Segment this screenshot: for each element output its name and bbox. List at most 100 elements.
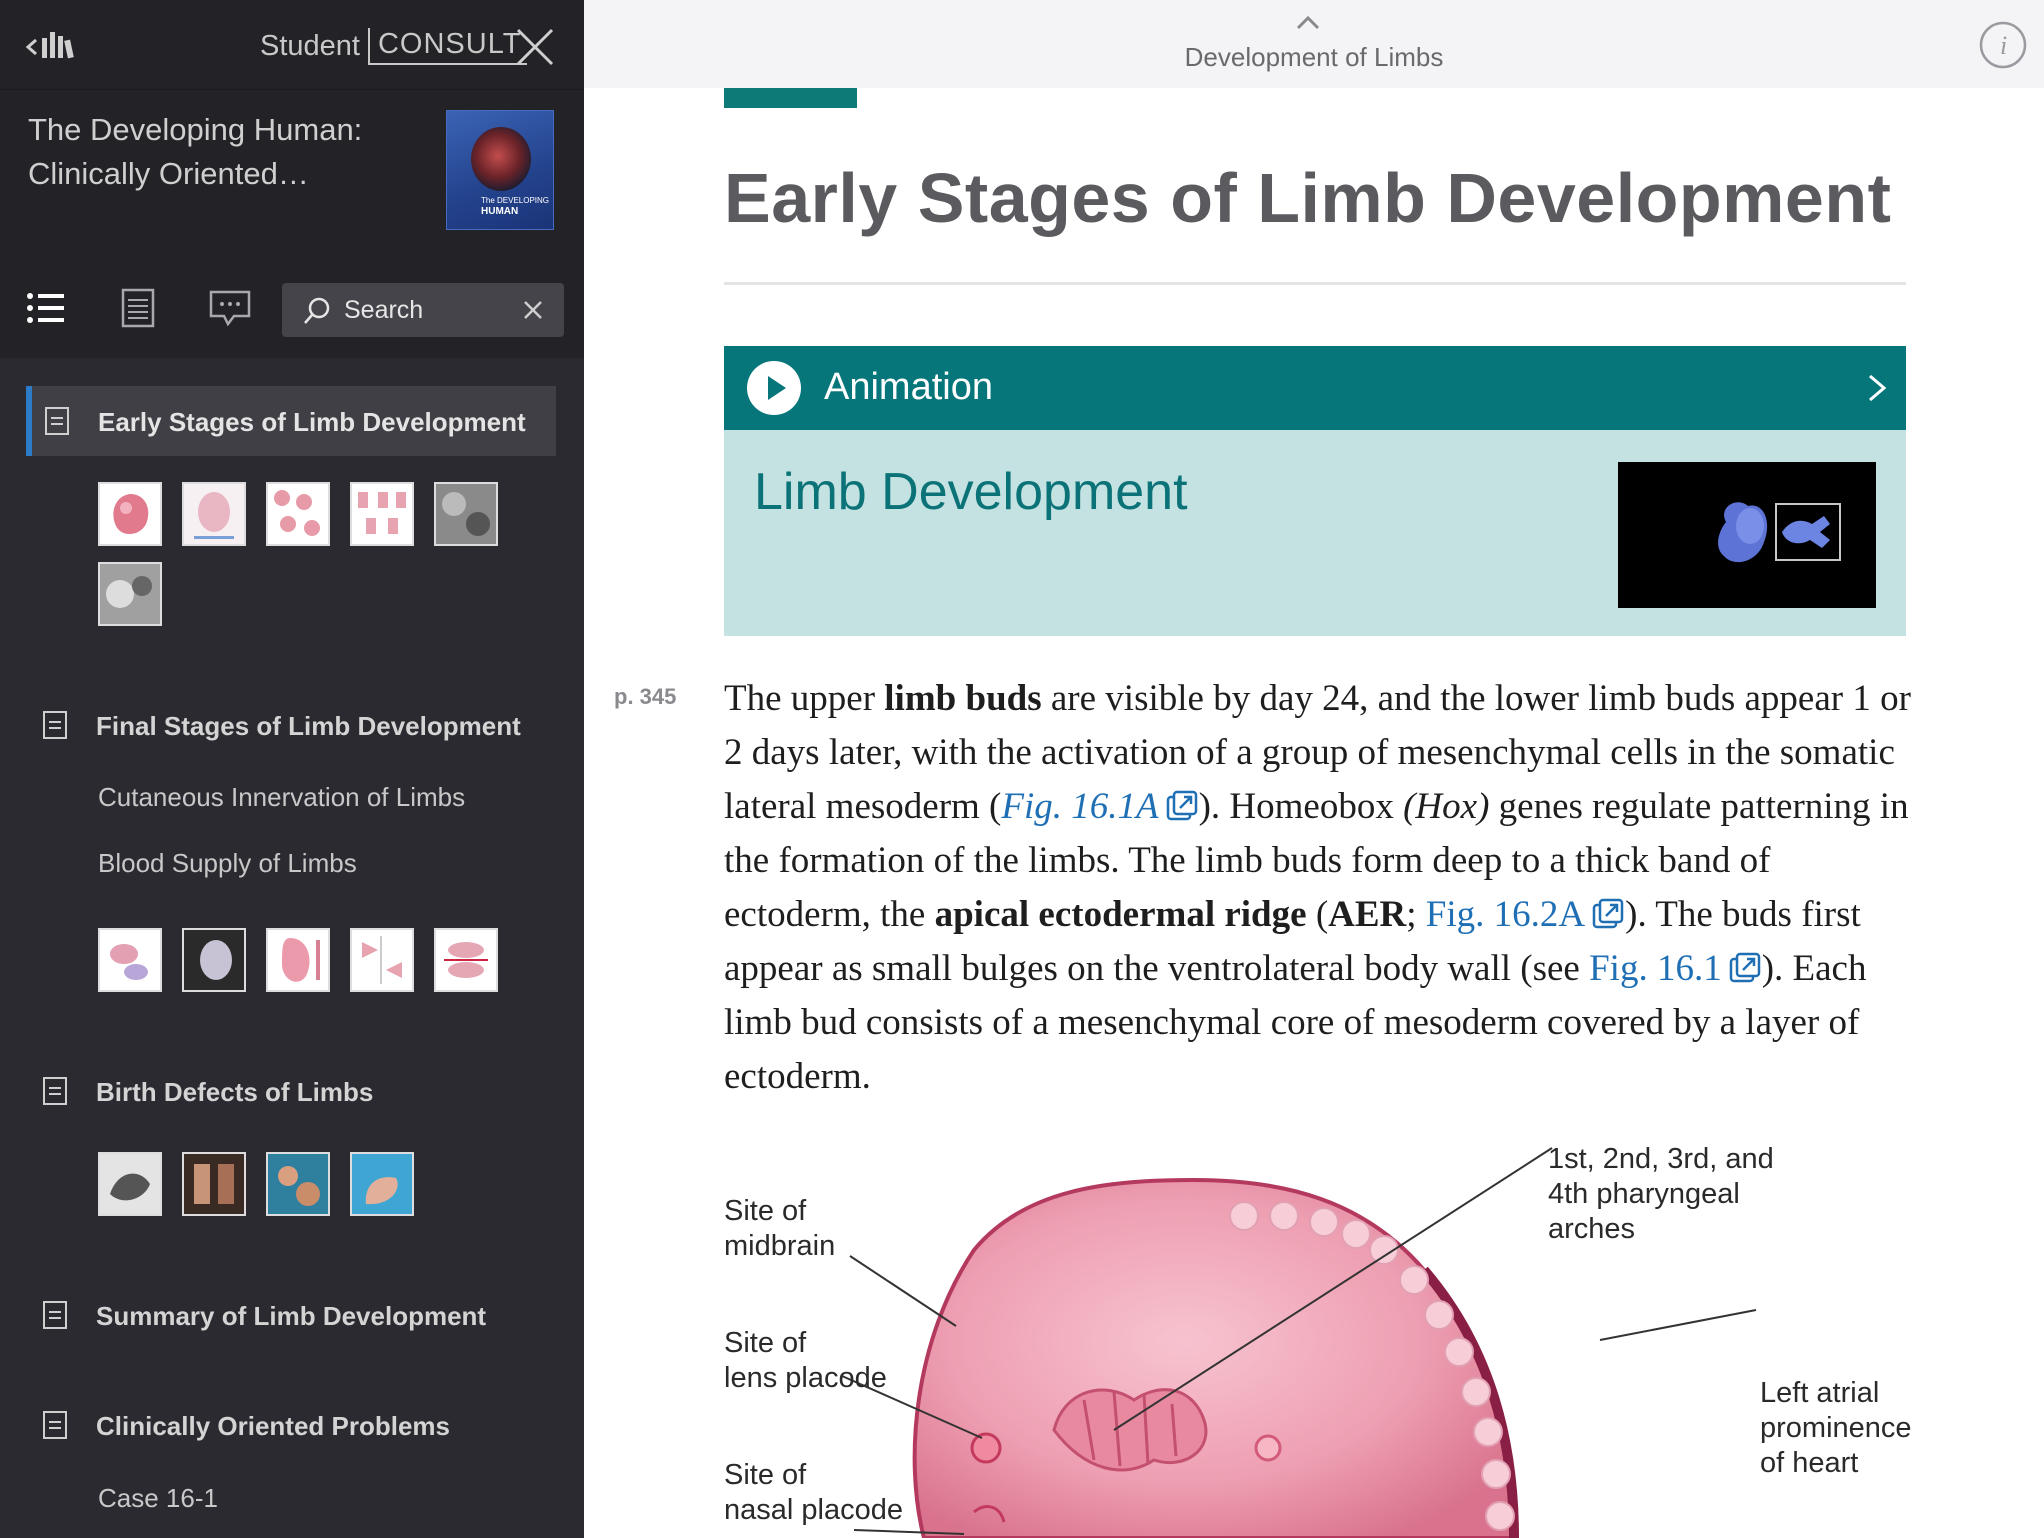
- figure-thumbnail[interactable]: [434, 928, 498, 992]
- label-line: 1st, 2nd, 3rd, and: [1548, 1143, 1774, 1175]
- label-line: midbrain: [724, 1230, 836, 1262]
- section-accent-tab: [724, 88, 857, 108]
- external-link-icon[interactable]: [1165, 789, 1199, 823]
- page-number: p. 345: [614, 684, 677, 709]
- document-icon: [121, 288, 155, 328]
- section-page-icon: [43, 1301, 67, 1329]
- animation-banner[interactable]: Animation: [724, 346, 1906, 430]
- section-page-icon: [43, 1077, 67, 1105]
- figure-thumbnail[interactable]: [182, 1152, 246, 1216]
- brand-student: Student: [260, 29, 360, 62]
- text-run: (: [1306, 894, 1329, 935]
- animation-card[interactable]: Limb Development: [724, 430, 1906, 636]
- toc-label-final-stages[interactable]: Final Stages of Limb Development: [96, 711, 521, 742]
- chapter-header-bar: Development of Limbs i: [584, 0, 2044, 88]
- toc-label-early-stages[interactable]: Early Stages of Limb Development: [98, 407, 526, 438]
- toc-label-birth-defects[interactable]: Birth Defects of Limbs: [96, 1077, 373, 1108]
- text-run: ). Homeobox: [1198, 786, 1404, 827]
- external-link-icon[interactable]: [1591, 897, 1625, 931]
- chapter-title[interactable]: Development of Limbs: [584, 42, 2044, 73]
- toc-sub-case-16-1[interactable]: Case 16-1: [98, 1483, 218, 1514]
- toc-sub-blood-supply[interactable]: Blood Supply of Limbs: [98, 848, 357, 879]
- figure-link-16-1[interactable]: Fig. 16.1: [1589, 948, 1722, 989]
- figure-thumbnail[interactable]: [266, 928, 330, 992]
- figure-thumbnail[interactable]: [98, 482, 162, 546]
- figure-thumbnail[interactable]: [182, 482, 246, 546]
- text-run: ;: [1406, 894, 1426, 935]
- figure-thumbnail[interactable]: [98, 1152, 162, 1216]
- book-cover-image[interactable]: The DEVELOPING HUMAN: [446, 110, 554, 230]
- figure-thumbnail[interactable]: [98, 928, 162, 992]
- toc-label-clinical-problems[interactable]: Clinically Oriented Problems: [96, 1411, 450, 1442]
- close-sidebar-button[interactable]: [512, 24, 558, 70]
- list-icon: [27, 293, 64, 323]
- svg-text:i: i: [2000, 31, 2007, 60]
- section-page-icon: [43, 711, 67, 739]
- label-line: Site of: [724, 1459, 807, 1491]
- figure-thumbnail[interactable]: [182, 928, 246, 992]
- figure-link-16-2a[interactable]: Fig. 16.2A: [1426, 894, 1585, 935]
- book-title-line2: Clinically Oriented…: [28, 156, 309, 191]
- chevron-right-icon: [1869, 374, 1887, 402]
- chevron-up-icon[interactable]: [1296, 14, 1320, 30]
- student-consult-logo: Student CONSULT: [260, 24, 528, 68]
- label-line: lens placode: [724, 1362, 887, 1394]
- cover-text: The DEVELOPING HUMAN: [481, 195, 549, 217]
- brand-consult: CONSULT: [367, 27, 528, 65]
- clear-search-icon[interactable]: [522, 299, 544, 321]
- search-icon: [304, 297, 330, 324]
- section-page-icon: [45, 407, 69, 435]
- search-input[interactable]: Search: [344, 296, 423, 325]
- figure-thumbnail[interactable]: [350, 1152, 414, 1216]
- label-line: 4th pharyngeal: [1548, 1178, 1740, 1210]
- label-lens-placode: Site of lens placode: [724, 1326, 887, 1396]
- label-line: arches: [1548, 1213, 1636, 1245]
- heading-divider: [724, 282, 1906, 285]
- term-limb-buds: limb buds: [884, 678, 1042, 719]
- book-title[interactable]: The Developing Human: Clinically Oriente…: [28, 108, 408, 196]
- figure-link-16-1a[interactable]: Fig. 16.1A: [1001, 786, 1158, 827]
- label-left-atrial-prominence: Left atrial prominence of heart: [1760, 1376, 1912, 1481]
- animation-label: Animation: [824, 366, 993, 408]
- play-icon: [747, 361, 801, 415]
- notes-tab-button[interactable]: [114, 284, 162, 332]
- label-line: of heart: [1760, 1447, 1859, 1479]
- label-line: Left atrial: [1760, 1377, 1880, 1409]
- figure-thumbnail[interactable]: [434, 482, 498, 546]
- toc-tab-button[interactable]: [22, 284, 70, 332]
- info-icon[interactable]: i: [1978, 20, 2028, 70]
- cover-text-line2: HUMAN: [481, 206, 519, 217]
- text-run: The upper: [724, 678, 885, 719]
- close-icon: [516, 28, 554, 66]
- cover-text-line1: The DEVELOPING: [481, 196, 550, 205]
- reader-content: Development of Limbs i Early Stages of L…: [584, 0, 2044, 1538]
- label-line: Site of: [724, 1327, 807, 1359]
- library-icon: [25, 32, 74, 59]
- figure-thumbnail[interactable]: [350, 928, 414, 992]
- body-paragraph: The upper limb buds are visible by day 2…: [724, 672, 1914, 1104]
- external-link-icon[interactable]: [1728, 951, 1762, 985]
- label-midbrain: Site of midbrain: [724, 1194, 835, 1264]
- label-line: Site of: [724, 1195, 807, 1227]
- term-hox: (Hox): [1403, 786, 1490, 827]
- term-aer: apical ectodermal ridge: [934, 894, 1307, 935]
- sidebar: Student CONSULT The Developing Human: Cl…: [0, 0, 584, 1538]
- comments-tab-button[interactable]: [206, 284, 254, 332]
- figure-thumbnail[interactable]: [350, 482, 414, 546]
- figure-thumbnail[interactable]: [266, 1152, 330, 1216]
- embryo-figure[interactable]: Site of midbrain Site of lens placode Si…: [724, 1130, 1914, 1538]
- toc-label-summary[interactable]: Summary of Limb Development: [96, 1301, 486, 1332]
- figure-thumbnail[interactable]: [98, 562, 162, 626]
- library-back-button[interactable]: [24, 26, 84, 68]
- label-line: prominence: [1760, 1412, 1912, 1444]
- animation-title: Limb Development: [754, 463, 1188, 521]
- section-page-icon: [43, 1411, 67, 1439]
- cover-embryo-image: [471, 127, 531, 191]
- figure-thumbnail[interactable]: [266, 482, 330, 546]
- toc-sub-cutaneous-innervation[interactable]: Cutaneous Innervation of Limbs: [98, 782, 465, 813]
- section-heading: Early Stages of Limb Development: [724, 159, 1892, 237]
- search-field[interactable]: Search: [282, 283, 564, 337]
- term-aer-abbrev: AER: [1328, 894, 1407, 935]
- animation-video-thumbnail[interactable]: [1618, 462, 1876, 608]
- label-line: nasal placode: [724, 1494, 903, 1526]
